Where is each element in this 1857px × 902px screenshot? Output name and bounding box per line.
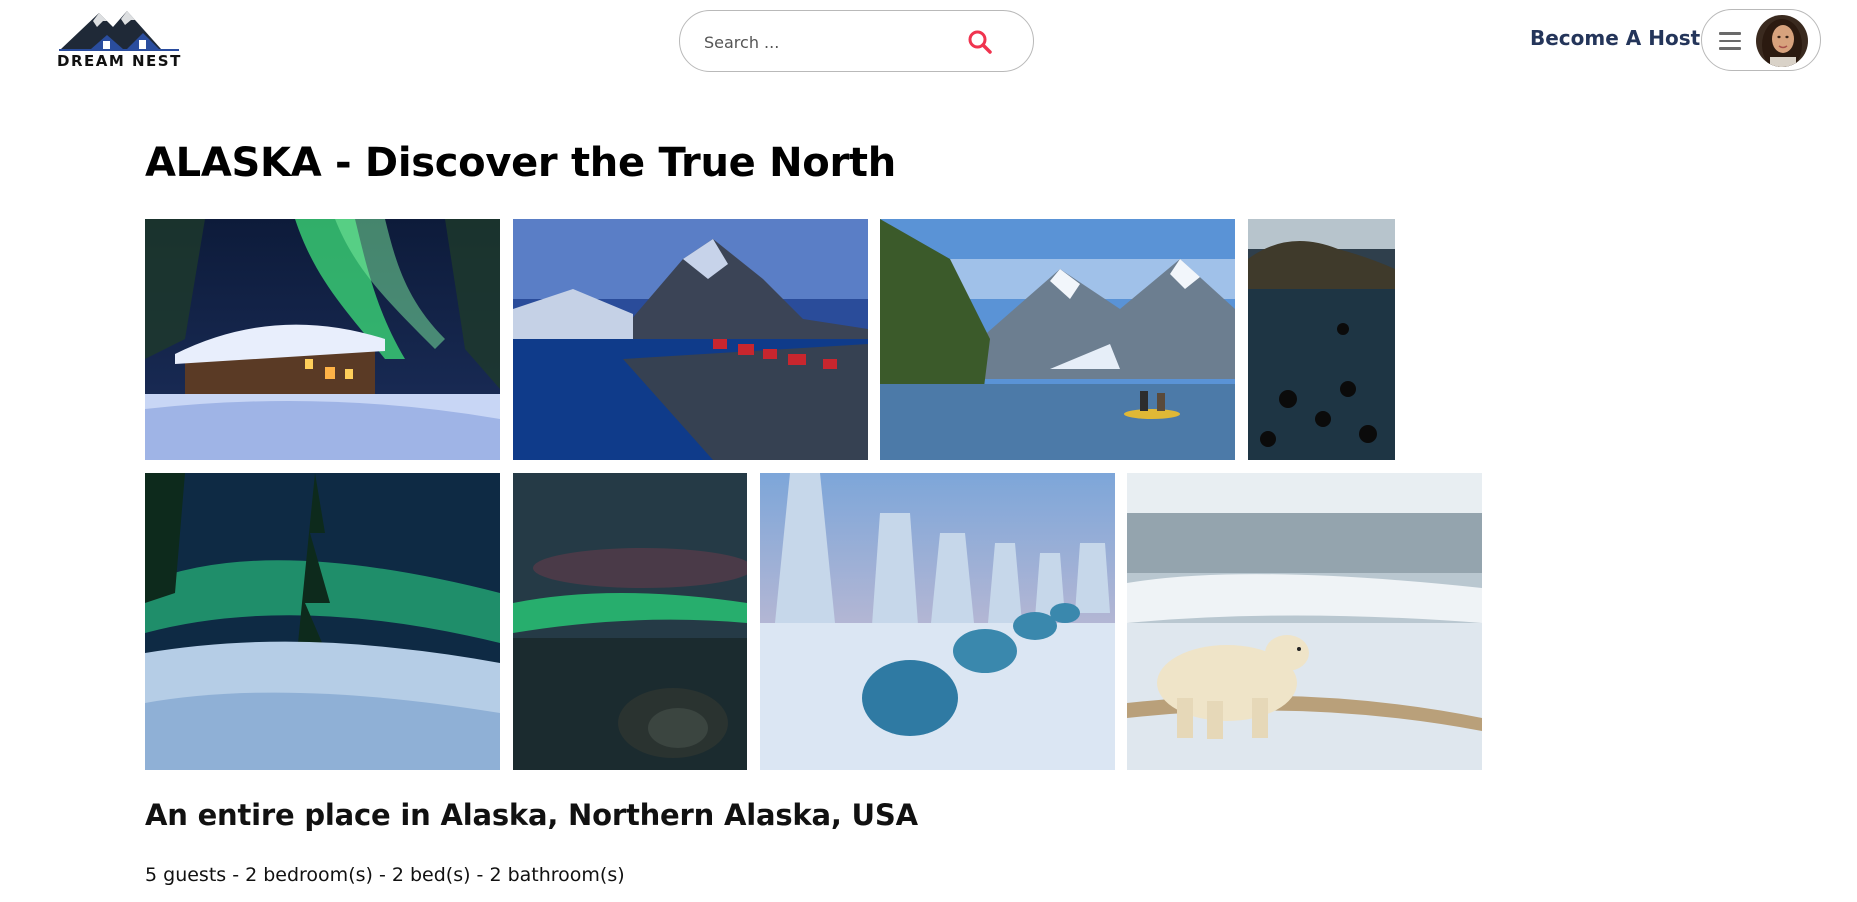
hamburger-icon bbox=[1719, 32, 1745, 50]
top-navbar: DREAM NEST Become A Host bbox=[0, 0, 1857, 80]
listing-details: 5 guests - 2 bedroom(s) - 2 bed(s) - 2 b… bbox=[145, 864, 625, 886]
house-mountain-logo-icon bbox=[59, 11, 179, 51]
listing-subtitle: An entire place in Alaska, Northern Alas… bbox=[145, 798, 918, 832]
search-button[interactable] bbox=[964, 26, 996, 58]
avatar bbox=[1756, 15, 1808, 67]
photo-northern-lights-cabin[interactable] bbox=[145, 219, 500, 460]
photo-glass-igloos-forest[interactable] bbox=[760, 473, 1115, 770]
search-bar bbox=[679, 10, 1034, 72]
photo-polar-bear-ice[interactable] bbox=[1127, 473, 1482, 770]
search-input[interactable] bbox=[704, 27, 954, 57]
brand-logo[interactable]: DREAM NEST bbox=[57, 5, 182, 71]
photo-aurora-over-sea[interactable] bbox=[513, 473, 747, 770]
photo-divers-in-water[interactable] bbox=[1248, 219, 1395, 460]
listing-title: ALASKA - Discover the True North bbox=[145, 140, 896, 186]
photo-glacier-kayak[interactable] bbox=[880, 219, 1235, 460]
become-host-link[interactable]: Become A Host bbox=[1530, 26, 1700, 50]
user-menu-button[interactable] bbox=[1701, 9, 1821, 71]
photo-fjord-red-houses[interactable] bbox=[513, 219, 868, 460]
search-icon bbox=[968, 30, 992, 54]
photo-aurora-snowy-trees[interactable] bbox=[145, 473, 500, 770]
brand-name: DREAM NEST bbox=[57, 52, 182, 70]
